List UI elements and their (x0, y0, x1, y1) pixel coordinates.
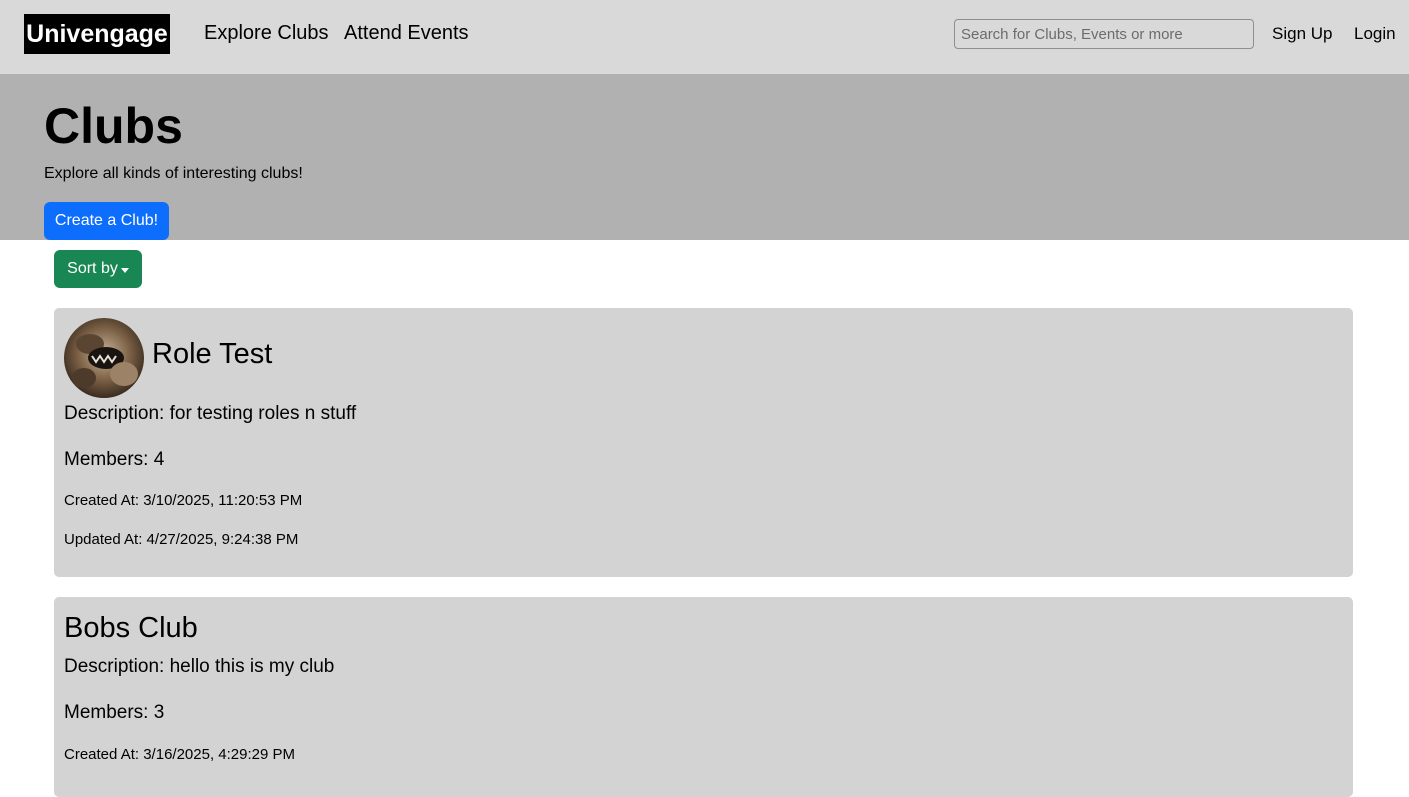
club-members: Members: 3 (64, 702, 165, 723)
club-card[interactable]: Bobs Club Description: hello this is my … (54, 597, 1353, 797)
hero-banner: Clubs Explore all kinds of interesting c… (0, 74, 1409, 240)
club-name[interactable]: Role Test (152, 338, 272, 371)
nav-explore-clubs[interactable]: Explore Clubs (204, 22, 329, 45)
club-updated-at: Updated At: 4/27/2025, 9:24:38 PM (64, 531, 299, 548)
club-created-at: Created At: 3/10/2025, 11:20:53 PM (64, 492, 303, 509)
club-members: Members: 4 (64, 449, 165, 470)
page-subtitle: Explore all kinds of interesting clubs! (44, 165, 303, 182)
club-description: Description: for testing roles n stuff (64, 403, 357, 424)
brand-logo[interactable]: Univengage (24, 14, 170, 54)
login-link[interactable]: Login (1354, 24, 1396, 44)
navbar: Univengage Explore Clubs Attend Events S… (0, 0, 1409, 74)
search-input[interactable] (954, 19, 1254, 49)
club-avatar (64, 318, 144, 398)
caret-down-icon (120, 267, 129, 273)
club-description: Description: hello this is my club (64, 656, 335, 677)
page-title: Clubs (44, 98, 183, 154)
sort-by-dropdown[interactable]: Sort by (54, 250, 142, 288)
club-card[interactable]: Role Test Description: for testing roles… (54, 308, 1353, 577)
club-created-at: Created At: 3/16/2025, 4:29:29 PM (64, 746, 295, 763)
club-name[interactable]: Bobs Club (64, 612, 198, 645)
sign-up-link[interactable]: Sign Up (1272, 24, 1332, 44)
sort-by-label: Sort by (67, 260, 118, 277)
create-club-button[interactable]: Create a Club! (44, 202, 169, 240)
nav-attend-events[interactable]: Attend Events (344, 22, 469, 45)
